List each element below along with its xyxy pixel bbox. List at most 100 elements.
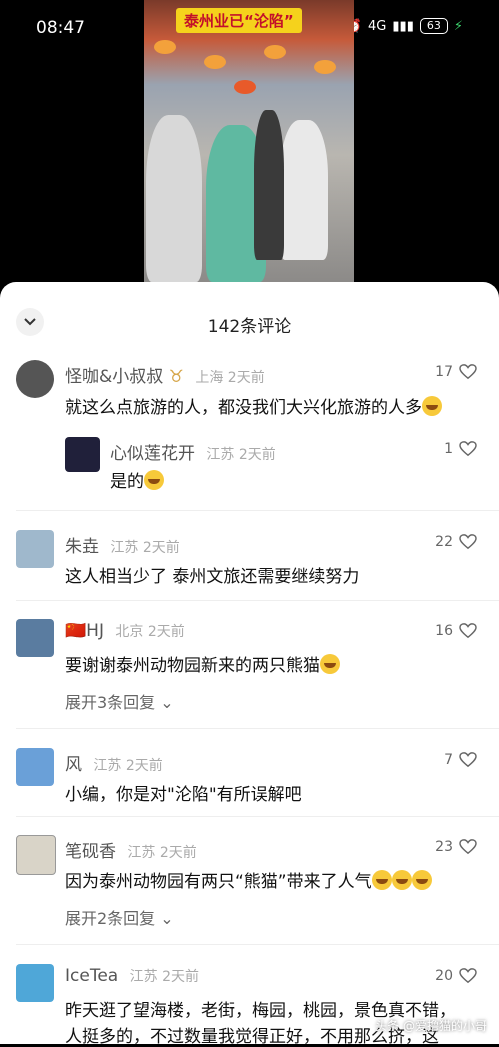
like-button[interactable]: 7 xyxy=(444,752,477,768)
heart-icon xyxy=(459,839,477,855)
avatar[interactable] xyxy=(16,619,54,657)
avatar[interactable] xyxy=(16,530,54,568)
avatar[interactable] xyxy=(16,748,54,786)
author-name: HJ xyxy=(86,621,104,641)
comment-meta: 江苏 2天前 xyxy=(206,447,275,463)
author-name: 怪咖&小叔叔 xyxy=(65,367,164,387)
comment-meta: 北京 2天前 xyxy=(115,624,184,640)
comment-author[interactable]: 🇨🇳HJ 北京 2天前 xyxy=(65,621,185,641)
comment-meta: 江苏 2天前 xyxy=(130,969,199,985)
comment-text-content: 是的 xyxy=(110,472,144,492)
heart-icon xyxy=(459,752,477,768)
like-count: 22 xyxy=(435,534,453,550)
author-name: 朱垚 xyxy=(65,537,99,557)
laugh-emoji-icon xyxy=(371,870,392,890)
like-count: 17 xyxy=(435,364,453,380)
comment-text-content: 就这么点旅游的人，都没我们大兴化旅游的人多 xyxy=(65,398,422,418)
location: 北京 xyxy=(115,624,144,640)
author-name: IceTea xyxy=(65,966,119,986)
comment-meta: 上海 2天前 xyxy=(195,370,264,386)
author-name: 笔砚香 xyxy=(65,842,116,862)
comment-text: 因为泰州动物园有两只“熊猫”带来了人气 xyxy=(65,867,432,892)
signal-icon: ▮▮▮ xyxy=(392,18,414,34)
comment-author[interactable]: IceTea 江苏 2天前 xyxy=(65,966,199,986)
laugh-emoji-icon xyxy=(391,870,412,890)
avatar[interactable] xyxy=(16,835,56,875)
status-time: 08:47 xyxy=(36,18,85,38)
divider xyxy=(16,510,499,511)
timestamp: 2天前 xyxy=(227,370,265,386)
expand-replies-label: 展开3条回复 xyxy=(65,693,156,712)
battery-level: 63 xyxy=(419,18,448,34)
like-count: 7 xyxy=(444,752,453,768)
location: 江苏 xyxy=(206,447,235,463)
avatar[interactable] xyxy=(16,360,54,398)
location: 江苏 xyxy=(93,758,122,774)
expand-replies-button[interactable]: 展开2条回复 ⌄ xyxy=(65,905,174,929)
like-button[interactable]: 16 xyxy=(435,623,477,639)
comment-sheet: 142条评论 怪咖&小叔叔 ♉ 上海 2天前 17 就这么点旅游的人，都没我们大… xyxy=(0,282,499,1047)
author-name: 风 xyxy=(65,755,82,775)
divider xyxy=(16,816,499,817)
heart-icon xyxy=(459,623,477,639)
zodiac-badge: ♉ xyxy=(168,367,184,387)
divider xyxy=(16,944,499,945)
like-button[interactable]: 22 xyxy=(435,534,477,550)
timestamp: 2天前 xyxy=(125,758,163,774)
location: 江苏 xyxy=(110,540,139,556)
heart-icon xyxy=(459,534,477,550)
heart-icon xyxy=(459,968,477,984)
chevron-down-icon: ⌄ xyxy=(160,693,174,712)
comment-text: 小编，你是对"沦陷"有所误解吧 xyxy=(65,785,302,805)
comment-author[interactable]: 朱垚 江苏 2天前 xyxy=(65,532,180,557)
divider xyxy=(16,728,499,729)
laugh-emoji-icon xyxy=(411,870,432,890)
timestamp: 2天前 xyxy=(159,845,197,861)
expand-replies-button[interactable]: 展开3条回复 ⌄ xyxy=(65,689,174,713)
video-banner: 泰州业已“沦陷” xyxy=(176,8,302,33)
charging-icon: ⚡ xyxy=(453,18,463,34)
watermark: 头条 @爱撸猫的小哥 xyxy=(375,1019,487,1033)
comment-text: 是的 xyxy=(110,467,164,492)
heart-icon xyxy=(459,364,477,380)
like-button[interactable]: 23 xyxy=(435,839,477,855)
like-button[interactable]: 20 xyxy=(435,968,477,984)
comment-text-content: 因为泰州动物园有两只“熊猫”带来了人气 xyxy=(65,872,372,892)
video-thumbnail[interactable]: 泰州业已“沦陷” xyxy=(144,0,354,282)
like-count: 23 xyxy=(435,839,453,855)
network-label: 4G xyxy=(368,18,387,34)
laugh-emoji-icon xyxy=(144,470,164,490)
timestamp: 2天前 xyxy=(162,969,199,985)
like-button[interactable]: 17 xyxy=(435,364,477,380)
avatar[interactable] xyxy=(65,437,100,472)
comment-text: 就这么点旅游的人，都没我们大兴化旅游的人多 xyxy=(65,393,442,418)
flag-icon: 🇨🇳 xyxy=(65,621,87,641)
laugh-emoji-icon xyxy=(422,396,442,416)
comment-meta: 江苏 2天前 xyxy=(127,845,196,861)
like-count: 16 xyxy=(435,623,453,639)
like-button[interactable]: 1 xyxy=(444,441,477,457)
comment-author[interactable]: 风 江苏 2天前 xyxy=(65,750,163,775)
comment-meta: 江苏 2天前 xyxy=(110,540,179,556)
status-icons: ⏰ 4G ▮▮▮ 63 ⚡ xyxy=(346,18,463,34)
comment-author[interactable]: 笔砚香 江苏 2天前 xyxy=(65,837,197,862)
comment-count-title: 142条评论 xyxy=(207,317,292,337)
avatar[interactable] xyxy=(16,964,54,1002)
person-figure xyxy=(146,115,202,282)
like-count: 20 xyxy=(435,968,453,984)
comment-author[interactable]: 心似莲花开 江苏 2天前 xyxy=(110,439,276,464)
comment-author[interactable]: 怪咖&小叔叔 ♉ 上海 2天前 xyxy=(65,362,265,387)
location: 上海 xyxy=(195,370,224,386)
comment-text: 这人相当少了 泰州文旅还需要继续努力 xyxy=(65,567,360,587)
comment-meta: 江苏 2天前 xyxy=(93,758,162,774)
timestamp: 2天前 xyxy=(142,540,180,556)
timestamp: 2天前 xyxy=(238,447,276,463)
comment-text: 要谢谢泰州动物园新来的两只熊猫 xyxy=(65,651,340,676)
divider xyxy=(16,600,499,601)
timestamp: 2天前 xyxy=(147,624,185,640)
like-count: 1 xyxy=(444,441,453,457)
laugh-emoji-icon xyxy=(320,654,340,674)
heart-icon xyxy=(459,441,477,457)
expand-replies-label: 展开2条回复 xyxy=(65,909,156,928)
location: 江苏 xyxy=(127,845,156,861)
